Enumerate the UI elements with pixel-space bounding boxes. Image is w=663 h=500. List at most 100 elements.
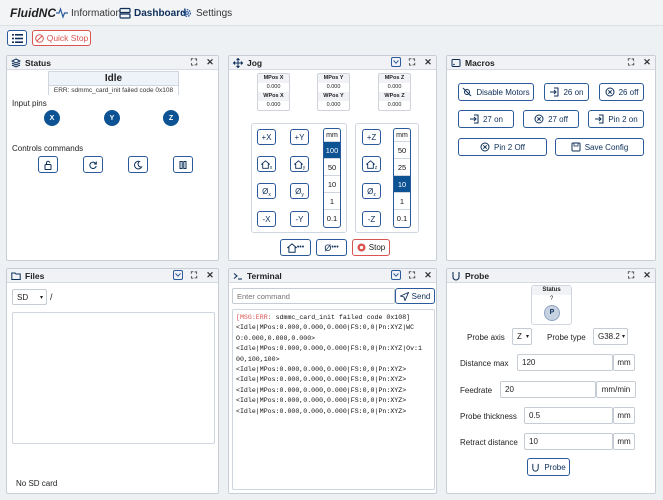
probe-thickness-label: Probe thickness	[460, 412, 517, 421]
macro-27-on-button[interactable]: 27 on	[458, 110, 514, 128]
send-icon	[399, 291, 409, 301]
status-panel: Status ⛶ ✕ Idle ERR: sdmmc_card_init fai…	[6, 55, 219, 261]
probe-thickness-input[interactable]: 0.5	[524, 407, 613, 424]
zero-y-button[interactable]: Øy	[290, 183, 309, 199]
fullscreen-icon[interactable]: ⛶	[189, 57, 199, 67]
z-step-option[interactable]: 10	[394, 176, 410, 193]
fullscreen-icon[interactable]: ⛶	[626, 270, 636, 280]
feedrate-label: Feedrate	[460, 386, 493, 395]
command-input[interactable]	[232, 288, 395, 304]
send-label: Send	[411, 291, 431, 301]
file-source-select[interactable]: SD ▾	[12, 289, 47, 305]
close-icon[interactable]: ✕	[642, 270, 652, 280]
nav-settings[interactable]: Settings	[181, 7, 232, 19]
macro-save-config-button[interactable]: Save Config	[555, 138, 644, 156]
panels-menu-button[interactable]	[7, 30, 27, 46]
terminal-error-line: [MSG:ERR: sdmmc_card_init failed code 0x…	[236, 313, 431, 323]
z-step-option[interactable]: 0.1	[394, 210, 410, 227]
xy-step-option[interactable]: 100	[324, 142, 340, 159]
send-button[interactable]: Send	[395, 288, 435, 304]
probe-thickness-value: 0.5	[529, 411, 541, 420]
jog-plus-x-button[interactable]: +X	[257, 129, 276, 145]
terminal-panel-title: Terminal	[247, 270, 282, 281]
status-panel-header: Status ⛶ ✕	[7, 56, 218, 70]
retract-distance-input[interactable]: 10	[524, 433, 613, 450]
xy-step-option[interactable]: 0.1	[324, 210, 340, 227]
probe-axis-select[interactable]: Z ▾	[512, 328, 532, 345]
file-source-value: SD	[17, 292, 29, 302]
home-x-button[interactable]: x	[257, 156, 276, 172]
stop-circle-icon	[34, 33, 44, 43]
jog-minus-x-button[interactable]: -X	[257, 211, 276, 227]
close-icon[interactable]: ✕	[423, 270, 433, 280]
macro-pin2-off-button[interactable]: Pin 2 Off	[458, 138, 547, 156]
home-y-button[interactable]: y	[290, 156, 309, 172]
stop-icon	[357, 243, 366, 252]
feedrate-value: 20	[505, 385, 514, 394]
brand-logo[interactable]: FluidNC	[10, 6, 56, 20]
jog-plus-y-button[interactable]: +Y	[290, 129, 309, 145]
macro-27-off-button[interactable]: 27 off	[523, 110, 579, 128]
status-state: Idle	[104, 73, 123, 84]
pause-button[interactable]	[173, 156, 193, 173]
mpos-x-value: 0.000	[266, 84, 281, 90]
chevron-down-icon[interactable]	[391, 57, 401, 67]
files-footer-status: No SD card	[16, 479, 58, 488]
file-path: /	[50, 292, 53, 302]
top-nav-bar: FluidNC Information Dashboard Settings	[0, 0, 663, 26]
z-step-option[interactable]: 25	[394, 159, 410, 176]
home-z-button[interactable]: z	[362, 156, 381, 172]
jog-minus-y-button[interactable]: -Y	[290, 211, 309, 227]
probe-status-indicator: P	[544, 305, 560, 321]
zero-z-button[interactable]: Øz	[362, 183, 381, 199]
files-panel: Files ⛶ ✕ SD ▾ / No SD card	[6, 268, 219, 494]
gear-icon	[182, 8, 192, 18]
close-icon[interactable]: ✕	[642, 57, 652, 67]
xy-step-unit: mm	[324, 129, 340, 142]
nav-dashboard[interactable]: Dashboard	[119, 7, 186, 19]
fullscreen-icon[interactable]: ⛶	[407, 57, 417, 67]
close-icon[interactable]: ✕	[205, 57, 215, 67]
macro-disable-motors-button[interactable]: Disable Motors	[458, 83, 534, 101]
chevron-down-icon[interactable]	[173, 270, 183, 280]
probe-panel-title: Probe	[465, 270, 490, 281]
close-icon[interactable]: ✕	[205, 270, 215, 280]
chevron-down-icon[interactable]	[391, 270, 401, 280]
xy-step-option[interactable]: 1	[324, 193, 340, 210]
dashboard-icon	[119, 7, 131, 19]
z-step-option[interactable]: 1	[394, 193, 410, 210]
macro-26-off-button[interactable]: 26 off	[599, 83, 644, 101]
nav-information[interactable]: Information	[56, 7, 121, 19]
terminal-line: 00,100,100>	[236, 355, 280, 363]
jog-stop-button[interactable]: Stop	[352, 239, 390, 256]
input-pins-label: Input pins	[12, 99, 47, 108]
xy-step-option[interactable]: 50	[324, 159, 340, 176]
fullscreen-icon[interactable]: ⛶	[626, 57, 636, 67]
probe-status-box: Status ? P	[531, 285, 572, 325]
quick-stop-button[interactable]: Quick Stop	[32, 30, 91, 46]
macro-label: 27 off	[548, 114, 568, 124]
probe-type-select[interactable]: G38.2 ▾	[593, 328, 628, 345]
sleep-button[interactable]	[128, 156, 148, 173]
jog-plus-z-button[interactable]: +Z	[362, 129, 381, 145]
reset-button[interactable]	[83, 156, 103, 173]
home-all-dropdown[interactable]: •••	[280, 239, 311, 256]
macro-pin2-on-button[interactable]: Pin 2 on	[588, 110, 644, 128]
fullscreen-icon[interactable]: ⛶	[407, 270, 417, 280]
probe-type-label: Probe type	[547, 333, 586, 342]
feedrate-input[interactable]: 20	[500, 381, 596, 398]
z-step-option[interactable]: 50	[394, 142, 410, 159]
zero-x-button[interactable]: Øx	[257, 183, 276, 199]
jog-minus-z-button[interactable]: -Z	[362, 211, 381, 227]
more-icon: •••	[331, 244, 339, 251]
xy-step-option[interactable]: 10	[324, 176, 340, 193]
zero-all-dropdown[interactable]: Ø •••	[316, 239, 347, 256]
unlock-button[interactable]	[38, 156, 58, 173]
pause-icon	[179, 160, 187, 169]
probe-button[interactable]: Probe	[527, 458, 570, 476]
distance-max-input[interactable]: 120	[517, 354, 613, 371]
macro-26-on-button[interactable]: 26 on	[544, 83, 589, 101]
close-icon[interactable]: ✕	[423, 57, 433, 67]
zero-z-sub: z	[373, 192, 376, 198]
fullscreen-icon[interactable]: ⛶	[189, 270, 199, 280]
